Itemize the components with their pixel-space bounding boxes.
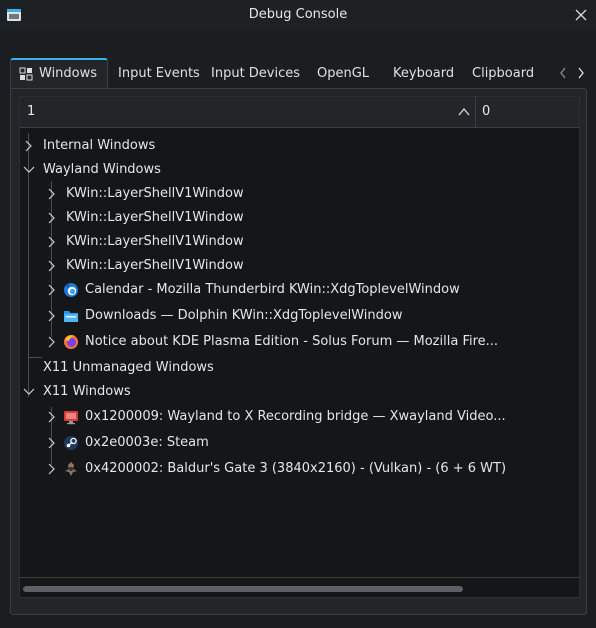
chevron-right-icon[interactable] xyxy=(46,188,58,200)
chevron-right-icon[interactable] xyxy=(23,140,35,152)
tree-row-label: 0x4200002: Baldur's Gate 3 (3840x2160) -… xyxy=(85,461,507,476)
chevron-right-icon[interactable] xyxy=(46,463,58,475)
header-column-1[interactable]: 1 xyxy=(27,97,35,127)
tree-row-label: KWin::LayerShellV1Window xyxy=(66,258,244,273)
thunderbird-icon xyxy=(64,283,78,297)
tab-scroll-left-button[interactable] xyxy=(556,64,570,82)
tab-clipboard[interactable]: Clipboard xyxy=(472,58,534,88)
tab-bar: Windows Input Events Input Devices OpenG… xyxy=(10,58,596,89)
close-icon xyxy=(575,9,587,21)
tree-row-label: KWin::LayerShellV1Window xyxy=(66,210,244,225)
tab-panel: 1 0 Internal Windows Wayland Windows KWi… xyxy=(10,88,587,615)
title-bar: Debug Console xyxy=(0,0,596,30)
tree-line xyxy=(28,357,42,358)
chevron-right-icon[interactable] xyxy=(46,284,58,296)
tree-row-label: X11 Unmanaged Windows xyxy=(43,360,214,375)
chevron-right-icon[interactable] xyxy=(46,437,58,449)
sort-ascending-icon[interactable] xyxy=(458,107,470,117)
chevron-right-icon[interactable] xyxy=(46,411,58,423)
scrollbar-separator xyxy=(19,577,580,578)
tab-keyboard[interactable]: Keyboard xyxy=(393,58,454,88)
tab-windows[interactable]: Windows xyxy=(10,58,108,89)
tree-row-label: KWin::LayerShellV1Window xyxy=(66,186,244,201)
window-title: Debug Console xyxy=(248,7,348,22)
header-divider xyxy=(475,97,476,127)
windows-tab-icon xyxy=(19,67,33,80)
dolphin-folder-icon xyxy=(64,311,78,322)
tab-scroll-right-button[interactable] xyxy=(574,64,588,82)
tree-row-label: Wayland Windows xyxy=(43,162,161,177)
horizontal-scrollbar[interactable] xyxy=(19,584,564,594)
tree-row-label: 0x1200009: Wayland to X Recording bridge… xyxy=(85,409,506,424)
tree-row-label: Calendar - Mozilla Thunderbird KWin::Xdg… xyxy=(85,282,460,297)
chevron-right-icon[interactable] xyxy=(46,310,58,322)
chevron-right-icon[interactable] xyxy=(46,260,58,272)
window-tree[interactable]: 1 0 Internal Windows Wayland Windows KWi… xyxy=(19,96,580,598)
baldurs-gate-icon xyxy=(65,462,77,476)
tree-row-label: X11 Windows xyxy=(43,384,131,399)
tree-row-label: Notice about KDE Plasma Edition - Solus … xyxy=(85,334,499,349)
chevron-left-icon xyxy=(560,67,566,79)
tab-windows-label: Windows xyxy=(39,66,98,81)
chevron-right-icon xyxy=(578,67,584,79)
tab-input-events[interactable]: Input Events xyxy=(118,58,200,88)
header-column-2[interactable]: 0 xyxy=(482,97,490,127)
chevron-right-icon[interactable] xyxy=(46,212,58,224)
close-button[interactable] xyxy=(570,4,592,26)
chevron-down-icon[interactable] xyxy=(23,164,35,176)
tree-header: 1 0 xyxy=(20,97,579,128)
tab-input-devices[interactable]: Input Devices xyxy=(211,58,300,88)
tree-row-label: Downloads — Dolphin KWin::XdgToplevelWin… xyxy=(85,308,403,323)
tree-row-label: 0x2e0003e: Steam xyxy=(85,435,209,450)
tree-row-label: KWin::LayerShellV1Window xyxy=(66,234,244,249)
chevron-right-icon[interactable] xyxy=(46,236,58,248)
tree-row-label: Internal Windows xyxy=(43,138,156,153)
chevron-down-icon[interactable] xyxy=(23,386,35,398)
chevron-right-icon[interactable] xyxy=(46,336,58,348)
tab-opengl[interactable]: OpenGL xyxy=(317,58,369,88)
scrollbar-thumb[interactable] xyxy=(23,586,463,592)
steam-icon xyxy=(64,436,78,450)
xwayland-bridge-icon xyxy=(64,411,78,425)
firefox-icon xyxy=(64,335,78,349)
